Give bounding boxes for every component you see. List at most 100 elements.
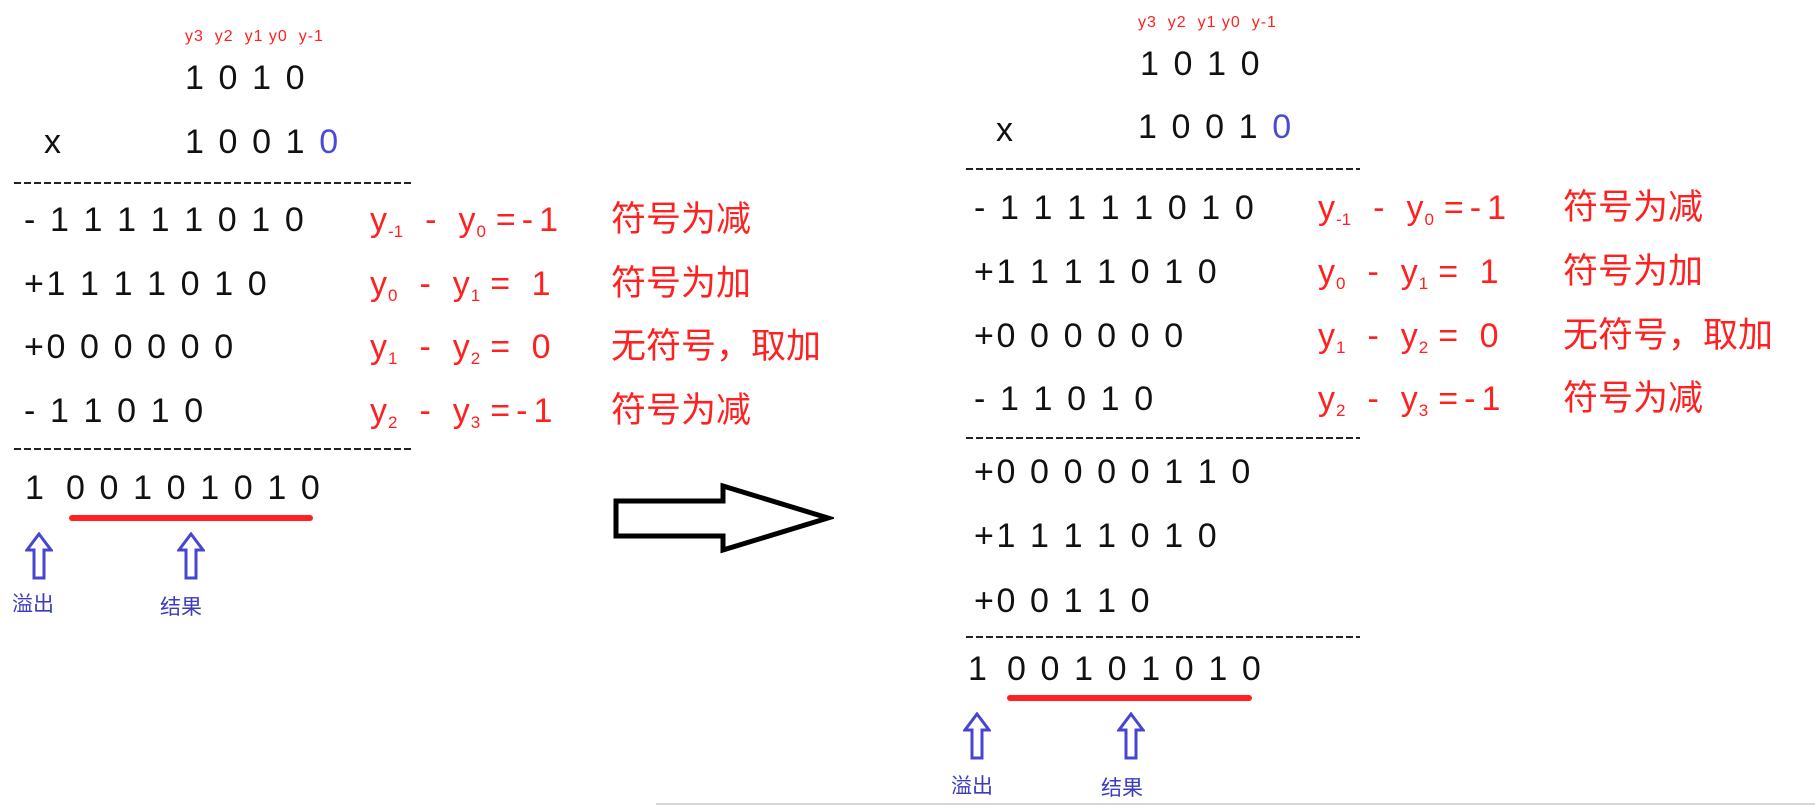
- up-arrow-icon: [1117, 712, 1145, 760]
- ann-op: -: [419, 392, 431, 430]
- ann-var: y: [370, 392, 387, 430]
- partial-product: - 1 1 1 1 1 0 1 0: [24, 201, 307, 239]
- row-annotation: y1- y2 = 0: [1318, 316, 1504, 362]
- ann-eq: = 0: [490, 328, 557, 366]
- row-note: 无符号，取加: [611, 327, 822, 367]
- row-annotation: y1- y2 = 0: [370, 327, 556, 373]
- multiplier-bits: 1 0 0 1: [1138, 108, 1273, 146]
- partial-product: - 1 1 0 1 0: [974, 380, 1156, 418]
- row-note: 符号为减: [1563, 188, 1704, 228]
- multiplicand: 1 0 1 0: [185, 59, 308, 97]
- ann-eq: =-1: [490, 392, 559, 430]
- row-annotation: y0- y1 = 1: [370, 264, 556, 310]
- ann-sub: 2: [388, 413, 398, 432]
- ann-var: y: [370, 328, 387, 366]
- divider: [966, 168, 1360, 170]
- ann-sub: 1: [388, 349, 398, 368]
- ann-op: -: [1367, 380, 1379, 418]
- row-annotation: y2- y3 =-1: [1318, 379, 1506, 425]
- ann-op: -: [419, 328, 431, 366]
- ann-op: -: [1367, 317, 1379, 355]
- row-annotation: y-1- y0 =-1: [370, 200, 564, 246]
- ann-var: y: [1318, 380, 1335, 418]
- multiplier: 1 0 0 1 0: [185, 122, 341, 162]
- multiply-sign: x: [44, 123, 64, 161]
- partial-product: +0 0 0 0 0 0: [974, 317, 1186, 355]
- ann-op: -: [1367, 253, 1379, 291]
- ann-var: y: [458, 201, 476, 239]
- row-annotation: y0- y1 = 1: [1318, 252, 1504, 298]
- multiplier: 1 0 0 1 0: [1138, 107, 1294, 147]
- ann-sub: 1: [1336, 338, 1346, 357]
- ann-eq: =-1: [1438, 380, 1507, 418]
- appended-bit: 0: [319, 123, 341, 161]
- multiplicand: 1 0 1 0: [1140, 45, 1263, 83]
- result-underline: [1007, 695, 1252, 701]
- row-note: 无符号，取加: [1563, 316, 1774, 356]
- ann-sub: 0: [476, 222, 486, 241]
- partial-sum: +1 1 1 1 0 1 0: [974, 517, 1220, 555]
- divider: [966, 636, 1360, 638]
- overflow-bit: 1: [25, 469, 47, 507]
- result-label: 结果: [160, 595, 202, 619]
- ann-sub: 2: [1418, 338, 1429, 357]
- ann-var: y: [370, 201, 387, 239]
- ann-var: y: [1318, 189, 1335, 227]
- divider: [966, 437, 1360, 439]
- ann-var: y: [370, 265, 387, 303]
- up-arrow-icon: [25, 532, 53, 580]
- overflow-label: 溢出: [951, 774, 993, 798]
- ann-sub: 2: [470, 349, 481, 368]
- ann-var: y: [452, 265, 470, 303]
- ann-eq: =-1: [1443, 189, 1513, 227]
- divider: [14, 448, 411, 450]
- overflow-label: 溢出: [12, 592, 54, 616]
- ann-eq: = 1: [490, 265, 557, 303]
- partial-product: - 1 1 0 1 0: [24, 392, 206, 430]
- multiply-sign: x: [996, 111, 1016, 149]
- ann-sub: 1: [1418, 274, 1429, 293]
- row-note: 符号为减: [611, 391, 752, 431]
- row-note: 符号为减: [1563, 379, 1704, 419]
- ann-sub: 1: [470, 286, 481, 305]
- ann-sub: 0: [1336, 274, 1346, 293]
- partial-sum: +0 0 1 1 0: [974, 582, 1153, 620]
- partial-product: +0 0 0 0 0 0: [24, 328, 236, 366]
- ann-op: -: [419, 265, 431, 303]
- result-bits: 0 0 1 0 1 0 1 0: [66, 469, 323, 507]
- ann-var: y: [1318, 253, 1335, 291]
- overflow-bit: 1: [968, 650, 990, 688]
- ann-sub: 0: [1424, 210, 1434, 229]
- row-note: 符号为加: [1563, 252, 1704, 292]
- ann-sub: 3: [470, 413, 481, 432]
- ann-var: y: [1406, 189, 1424, 227]
- ann-var: y: [1318, 317, 1335, 355]
- result-bits: 0 0 1 0 1 0 1 0: [1007, 650, 1264, 688]
- ann-var: y: [452, 392, 470, 430]
- ann-sub: -1: [388, 222, 404, 241]
- result-underline: [69, 515, 313, 521]
- right-arrow-icon: [613, 482, 834, 554]
- partial-product: +1 1 1 1 0 1 0: [974, 253, 1220, 291]
- appended-bit: 0: [1272, 108, 1294, 146]
- ann-eq: = 1: [1438, 253, 1505, 291]
- ann-var: y: [452, 328, 470, 366]
- row-annotation: y2- y3 =-1: [370, 391, 558, 437]
- partial-product: - 1 1 1 1 1 0 1 0: [974, 189, 1257, 227]
- partial-product: +1 1 1 1 0 1 0: [24, 265, 270, 303]
- ann-sub: 2: [1336, 401, 1346, 420]
- bit-index-header: y3 y2 y1 y0 y-1: [1138, 14, 1277, 31]
- divider: [14, 182, 411, 184]
- multiplier-bits: 1 0 0 1: [185, 123, 320, 161]
- ann-sub: 0: [388, 286, 398, 305]
- ann-op: -: [425, 201, 437, 239]
- row-note: 符号为加: [611, 264, 752, 304]
- ann-eq: =-1: [495, 201, 565, 239]
- row-note: 符号为减: [611, 200, 752, 240]
- ann-sub: -1: [1336, 210, 1352, 229]
- ann-var: y: [1400, 317, 1418, 355]
- up-arrow-icon: [963, 712, 991, 760]
- ann-eq: = 0: [1438, 317, 1505, 355]
- up-arrow-icon: [177, 532, 205, 580]
- bit-index-header: y3 y2 y1 y0 y-1: [185, 28, 324, 45]
